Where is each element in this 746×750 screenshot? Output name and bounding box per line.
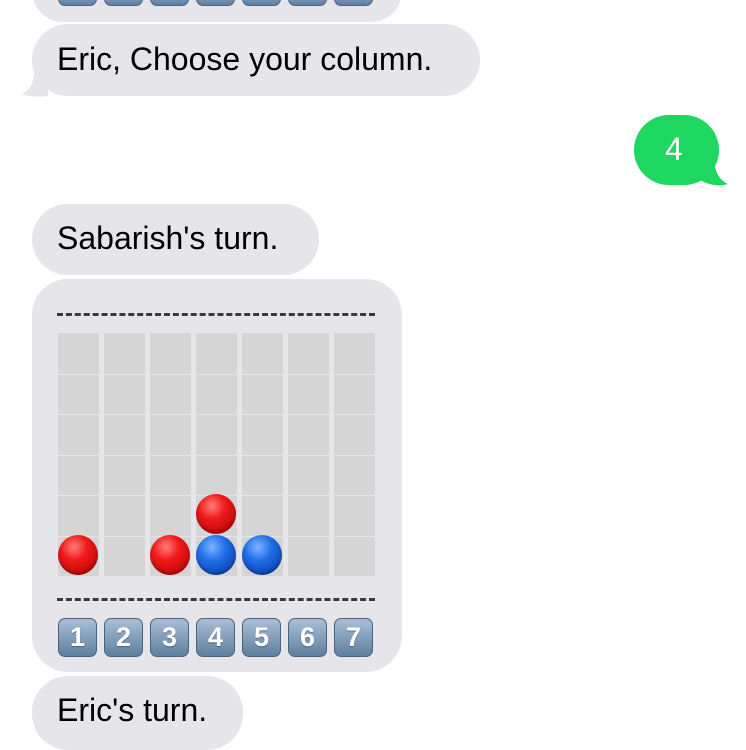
column-cell-divider	[150, 414, 191, 415]
blue-disc	[196, 534, 236, 575]
column-cell-divider	[242, 495, 283, 496]
column-cell-divider	[288, 455, 329, 456]
column-cell-divider	[196, 455, 237, 456]
board-top-rule: ---------------------	[57, 313, 375, 316]
column-cell-divider	[196, 414, 237, 415]
sent-bubble-tail	[700, 150, 728, 186]
column-cell-divider	[242, 374, 283, 375]
column-cell-divider	[334, 455, 375, 456]
previous-column-key-5	[242, 0, 281, 6]
column-key-5: 5	[242, 618, 281, 657]
red-disc	[196, 494, 236, 534]
previous-column-key-1	[58, 0, 97, 6]
previous-column-key-4	[196, 0, 235, 6]
column-key-2: 2	[104, 618, 143, 657]
blue-disc	[242, 534, 282, 575]
column-cell-divider	[150, 495, 191, 496]
previous-column-key-6	[288, 0, 327, 6]
board-column-7	[334, 333, 375, 576]
choose-column-message: Eric, Choose your column.	[32, 24, 480, 96]
column-key-4: 4	[196, 618, 235, 657]
choose-column-text: Eric, Choose your column.	[57, 41, 433, 77]
previous-column-key-7	[334, 0, 373, 6]
received-bubble-tail	[22, 66, 48, 97]
column-cell-divider	[334, 374, 375, 375]
column-cell-divider	[58, 455, 99, 456]
column-cell-divider	[104, 536, 145, 537]
column-cell-divider	[288, 374, 329, 375]
column-cell-divider	[150, 455, 191, 456]
board-bottom-rule: ---------------------	[57, 598, 375, 601]
column-cell-divider	[58, 374, 99, 375]
column-cell-divider	[104, 414, 145, 415]
sent-message-text: 4	[665, 131, 683, 167]
column-cell-divider	[58, 414, 99, 415]
column-cell-divider	[288, 495, 329, 496]
column-cell-divider	[104, 495, 145, 496]
column-cell-divider	[104, 455, 145, 456]
column-cell-divider	[288, 414, 329, 415]
column-key-7: 7	[334, 618, 373, 657]
column-key-1: 1	[58, 618, 97, 657]
column-cell-divider	[150, 374, 191, 375]
previous-column-key-2	[104, 0, 143, 6]
column-cell-divider	[242, 455, 283, 456]
eric-turn-message: Eric's turn.	[32, 676, 243, 750]
column-key-3: 3	[150, 618, 189, 657]
column-cell-divider	[196, 374, 237, 375]
sabarish-turn-message: Sabarish's turn.	[32, 204, 319, 275]
column-cell-divider	[334, 536, 375, 537]
column-cell-divider	[288, 536, 329, 537]
previous-column-key-3	[150, 0, 189, 6]
board-column-2	[104, 333, 145, 576]
column-cell-divider	[58, 495, 99, 496]
red-disc	[150, 534, 190, 575]
column-key-6: 6	[288, 618, 327, 657]
red-disc	[58, 534, 98, 575]
board-column-6	[288, 333, 329, 576]
column-cell-divider	[334, 495, 375, 496]
column-cell-divider	[104, 374, 145, 375]
sabarish-turn-text: Sabarish's turn.	[57, 220, 279, 256]
column-cell-divider	[334, 414, 375, 415]
column-cell-divider	[242, 414, 283, 415]
eric-turn-text: Eric's turn.	[57, 692, 208, 728]
